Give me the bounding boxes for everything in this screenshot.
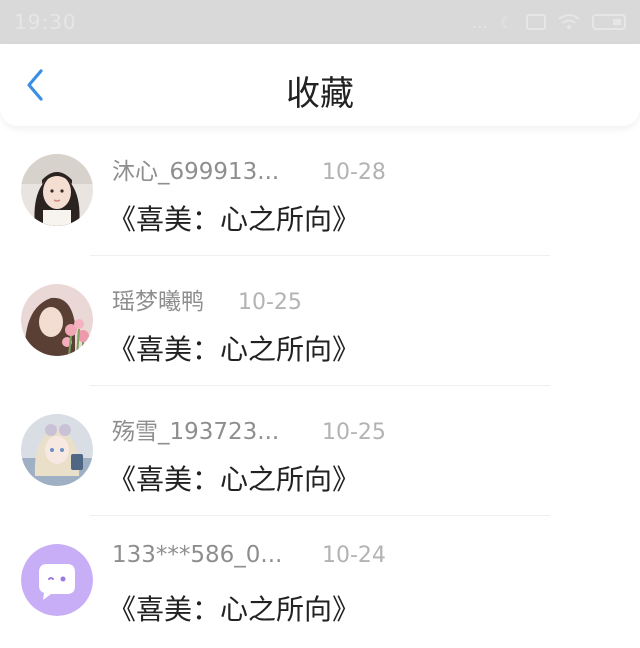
header: 收藏 — [0, 44, 640, 126]
avatar[interactable] — [21, 284, 93, 356]
item-meta: 沐心_699913... 10-28 — [112, 152, 386, 186]
page-title: 收藏 — [286, 74, 354, 114]
status-time: 19:30 — [14, 10, 77, 34]
date-label: 10-28 — [322, 160, 386, 185]
item-meta: 133***586_0... 10-24 — [112, 542, 386, 568]
username[interactable]: 沐心_699913... — [112, 152, 322, 186]
sim-icon — [526, 14, 546, 30]
username[interactable]: 殇雪_193723... — [112, 412, 322, 446]
date-label: 10-24 — [322, 543, 386, 568]
status-icons: … ☾ — [472, 13, 626, 32]
date-label: 10-25 — [238, 290, 302, 315]
avatar[interactable] — [21, 154, 93, 226]
date-label: 10-25 — [322, 420, 386, 445]
list-item[interactable]: 133***586_0... 10-24 《喜美：心之所向》 — [0, 516, 640, 646]
item-meta: 殇雪_193723... 10-25 — [112, 412, 386, 446]
moon-icon: ☾ — [499, 12, 514, 32]
dots-icon: … — [471, 12, 488, 32]
item-meta: 瑶梦曦鸭 10-25 — [112, 282, 302, 316]
book-title[interactable]: 《喜美：心之所向》 — [108, 198, 360, 238]
list-item[interactable]: 瑶梦曦鸭 10-25 《喜美：心之所向》 — [0, 256, 640, 386]
book-title[interactable]: 《喜美：心之所向》 — [108, 588, 360, 628]
status-bar: 19:30 … ☾ — [0, 0, 640, 44]
book-title[interactable]: 《喜美：心之所向》 — [108, 458, 360, 498]
avatar[interactable] — [21, 544, 93, 616]
book-title[interactable]: 《喜美：心之所向》 — [108, 328, 360, 368]
username[interactable]: 瑶梦曦鸭 — [112, 282, 238, 316]
list-item[interactable]: 殇雪_193723... 10-25 《喜美：心之所向》 — [0, 386, 640, 516]
list-item[interactable]: 沐心_699913... 10-28 《喜美：心之所向》 — [0, 126, 640, 256]
favorites-list: 沐心_699913... 10-28 《喜美：心之所向》 瑶梦曦鸭 10-25 … — [0, 126, 640, 646]
avatar[interactable] — [21, 414, 93, 486]
battery-icon — [592, 14, 626, 30]
wifi-icon — [558, 14, 580, 29]
username[interactable]: 133***586_0... — [112, 542, 322, 568]
